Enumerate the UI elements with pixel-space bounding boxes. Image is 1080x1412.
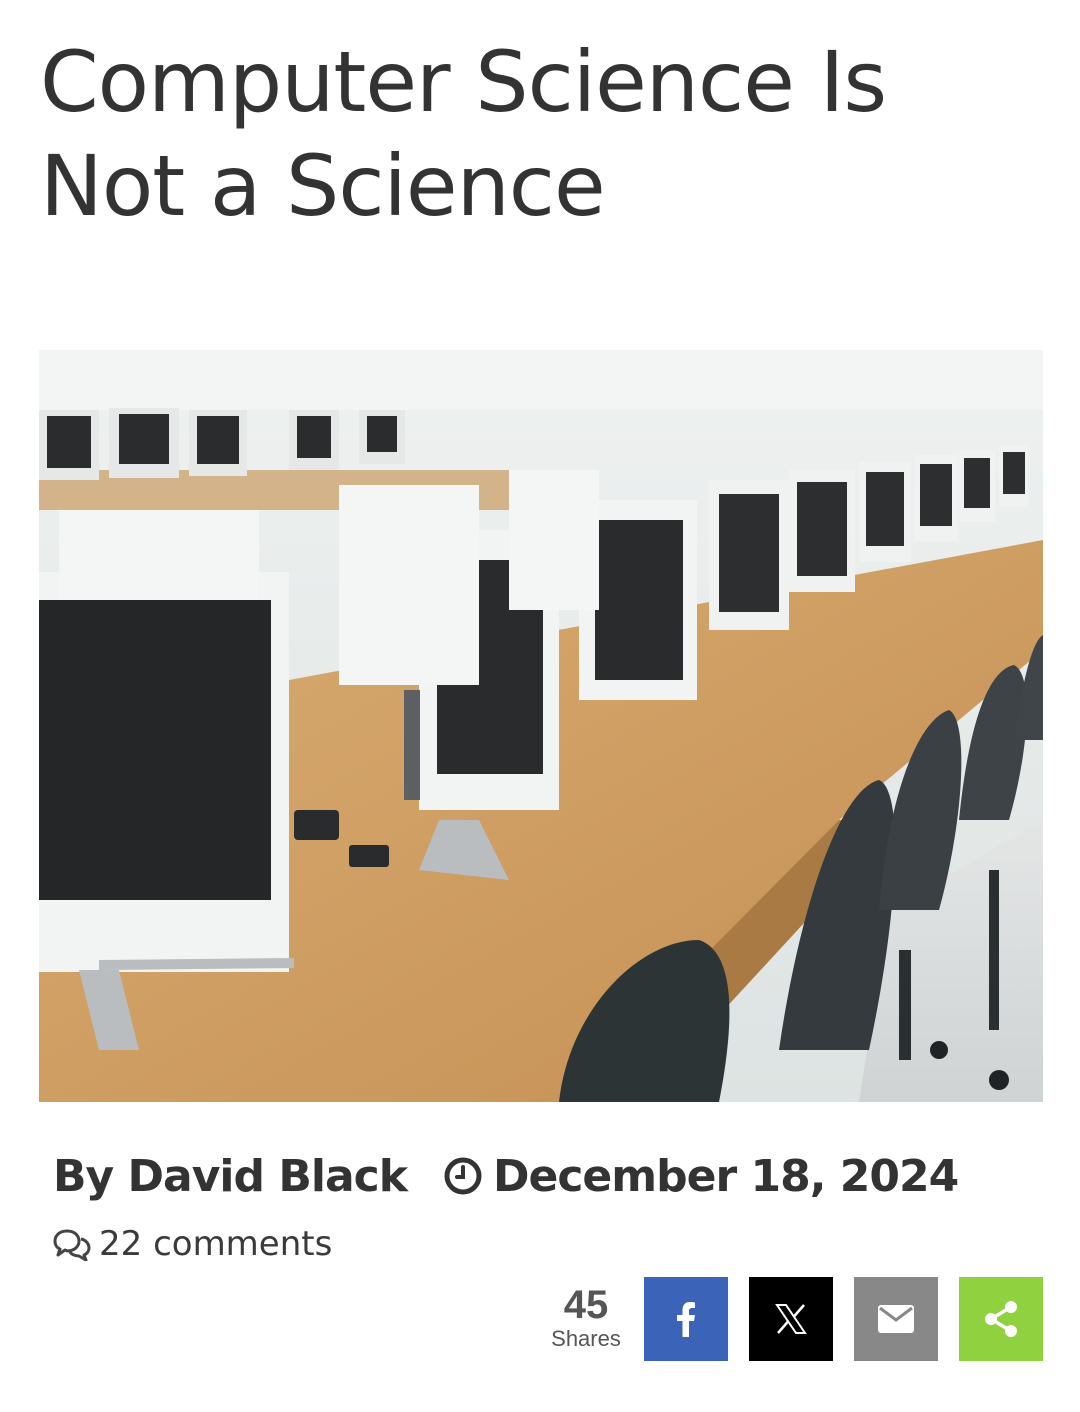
facebook-share-button[interactable] [644,1277,728,1361]
share-count-label: Shares [551,1326,621,1351]
share-counter: 45 Shares [540,1284,632,1352]
share-count-number: 45 [563,1283,609,1327]
facebook-icon [677,1302,695,1337]
email-icon [878,1305,914,1333]
author-byline[interactable]: By David Black [53,1151,408,1202]
comments-count: 22 comments [99,1224,333,1264]
share-icon [985,1301,1017,1337]
clock-icon [444,1157,482,1195]
article-title: Computer Science Is Not a Science [40,33,887,235]
email-share-button[interactable] [854,1277,938,1361]
x-icon [775,1304,807,1334]
article-meta: By David Black December 18, 2024 [53,1146,959,1206]
x-share-button[interactable] [749,1277,833,1361]
comments-icon [53,1229,91,1261]
comments-link[interactable]: 22 comments [53,1218,332,1270]
hero-image [39,350,1043,1102]
more-share-button[interactable] [959,1277,1043,1361]
publish-date: December 18, 2024 [492,1150,959,1202]
